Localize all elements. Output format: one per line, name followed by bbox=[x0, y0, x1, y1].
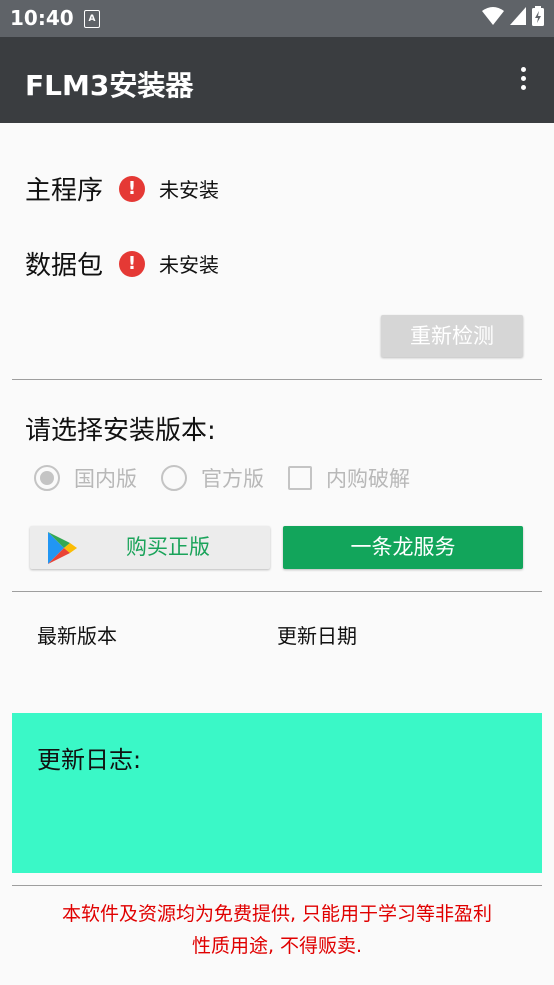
wifi-icon bbox=[482, 7, 504, 25]
buy-official-button[interactable]: 购买正版 bbox=[30, 526, 270, 569]
buy-official-label: 购买正版 bbox=[126, 535, 210, 559]
system-icons bbox=[482, 6, 544, 26]
error-icon: ! bbox=[119, 250, 146, 277]
error-icon: ! bbox=[119, 175, 146, 202]
radio-domestic[interactable] bbox=[34, 465, 60, 491]
one-stop-service-button[interactable]: 一条龙服务 bbox=[283, 526, 523, 569]
disclaimer: 本软件及资源均为免费提供, 只能用于学习等非盈利 性质用途, 不得贩卖. bbox=[20, 898, 534, 962]
main-program-label: 主程序 bbox=[25, 176, 104, 206]
recheck-button[interactable]: 重新检测 bbox=[381, 315, 523, 357]
data-package-state: 未安装 bbox=[159, 253, 220, 277]
update-date-label: 更新日期 bbox=[277, 624, 357, 648]
version-options: 国内版 官方版 内购破解 bbox=[34, 463, 434, 493]
status-time: 10:40 bbox=[10, 6, 74, 30]
changelog-label: 更新日志: bbox=[37, 746, 142, 774]
status-bar: 10:40 A bbox=[0, 0, 554, 37]
version-select-title: 请选择安装版本: bbox=[25, 416, 216, 446]
option-label: 国内版 bbox=[74, 467, 137, 491]
notification-icon: A bbox=[84, 10, 100, 28]
divider bbox=[12, 591, 542, 592]
signal-icon bbox=[510, 7, 526, 25]
data-package-status-row: 数据包 ! 未安装 bbox=[25, 245, 219, 282]
disclaimer-line: 性质用途, 不得贩卖. bbox=[191, 935, 363, 957]
google-play-icon bbox=[48, 532, 77, 564]
radio-official[interactable] bbox=[161, 465, 187, 491]
changelog-panel: 更新日志: bbox=[12, 713, 542, 873]
checkbox-iap-crack[interactable] bbox=[288, 466, 312, 490]
latest-version-label: 最新版本 bbox=[37, 624, 117, 648]
data-package-label: 数据包 bbox=[25, 251, 104, 281]
main-program-state: 未安装 bbox=[159, 178, 220, 202]
app-title: FLM3安装器 bbox=[25, 69, 194, 102]
divider bbox=[12, 379, 542, 380]
divider bbox=[12, 885, 542, 886]
option-label: 官方版 bbox=[201, 467, 264, 491]
option-label: 内购破解 bbox=[326, 467, 410, 491]
more-options-icon[interactable] bbox=[516, 67, 530, 95]
disclaimer-line: 本软件及资源均为免费提供, 只能用于学习等非盈利 bbox=[61, 903, 493, 925]
app-bar: FLM3安装器 bbox=[0, 37, 554, 123]
main-program-status-row: 主程序 ! 未安装 bbox=[25, 170, 219, 207]
battery-icon bbox=[532, 6, 544, 26]
